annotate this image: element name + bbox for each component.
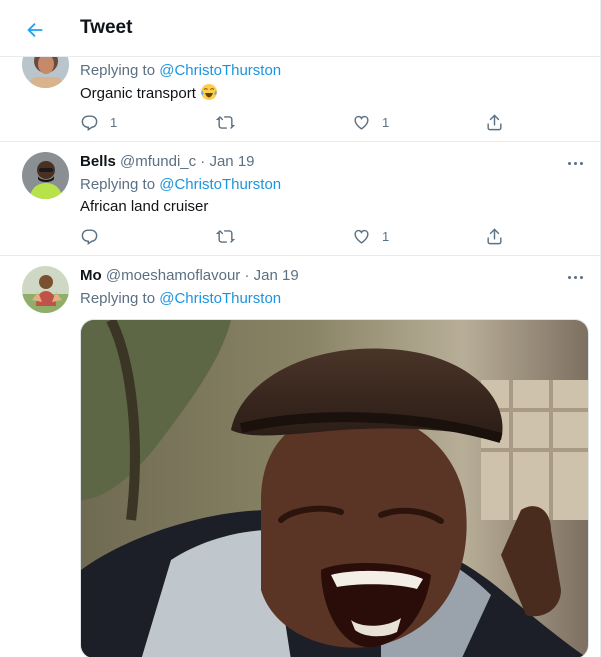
avatar[interactable]: [22, 152, 69, 199]
tweet-actions: 1: [80, 225, 510, 247]
reply-button[interactable]: [80, 225, 110, 247]
author-line: Bells @mfundi_c · Jan 19: [80, 152, 584, 172]
like-button[interactable]: 1: [352, 225, 389, 247]
share-icon: [487, 227, 502, 244]
tweet-text-line: Organic transport: [80, 83, 584, 104]
replying-line: Replying to @ChristoThurston: [80, 289, 584, 309]
share-button[interactable]: [485, 225, 504, 247]
avatar[interactable]: [22, 266, 69, 313]
tweet-thread-panel: Tweet Replying to @ChristoThurston Organ…: [0, 0, 601, 657]
reply-button[interactable]: 1: [80, 111, 117, 133]
author-name[interactable]: Bells: [80, 153, 116, 170]
tweet-content: Replying to @ChristoThurston Organic tra…: [80, 61, 584, 104]
like-count: 1: [382, 114, 390, 130]
retweet-icon: [216, 115, 235, 129]
retweet-button[interactable]: [216, 111, 246, 133]
replying-to-link[interactable]: @ChristoThurston: [159, 290, 281, 307]
author-line: Mo @moeshamoflavour · Jan 19: [80, 266, 584, 286]
author-handle[interactable]: @moeshamoflavour: [106, 267, 240, 284]
separator-dot: ·: [244, 267, 250, 284]
reply-icon: [81, 114, 98, 131]
tweet-media-gif[interactable]: [80, 319, 589, 657]
retweet-icon: [216, 229, 235, 243]
author-handle[interactable]: @mfundi_c: [120, 153, 196, 170]
replying-line: Replying to @ChristoThurston: [80, 61, 584, 81]
replying-line: Replying to @ChristoThurston: [80, 175, 584, 195]
share-icon: [487, 113, 502, 130]
separator-dot: ·: [200, 153, 206, 170]
tweet-actions: 1 1: [80, 111, 510, 133]
tweet-content: Bells @mfundi_c · Jan 19 Replying to @Ch…: [80, 152, 584, 217]
tweet-item[interactable]: Replying to @ChristoThurston Organic tra…: [0, 41, 600, 142]
retweet-button[interactable]: [216, 225, 246, 247]
reply-icon: [81, 228, 98, 245]
share-button[interactable]: [485, 111, 504, 133]
replying-label: Replying to: [80, 176, 156, 193]
reply-count: 1: [110, 114, 118, 130]
laughing-man-gif-image: [81, 320, 588, 657]
page-header: Tweet: [0, 0, 600, 57]
tweet-text: African land cruiser: [80, 198, 209, 215]
replying-to-link[interactable]: @ChristoThurston: [159, 176, 281, 193]
face-with-tears-of-joy-icon: [200, 84, 217, 100]
replying-label: Replying to: [80, 290, 156, 307]
replying-to-link[interactable]: @ChristoThurston: [159, 62, 281, 79]
tweet-text: Organic transport: [80, 85, 196, 102]
tweet-date[interactable]: Jan 19: [209, 153, 254, 170]
back-button[interactable]: [18, 13, 52, 47]
back-arrow-icon: [27, 22, 43, 38]
replying-label: Replying to: [80, 62, 156, 79]
like-icon: [354, 229, 369, 244]
like-button[interactable]: 1: [352, 111, 389, 133]
tweet-content: Mo @moeshamoflavour · Jan 19 Replying to…: [80, 266, 584, 309]
page-title: Tweet: [80, 17, 133, 38]
tweet-date[interactable]: Jan 19: [254, 267, 299, 284]
author-name[interactable]: Mo: [80, 267, 102, 284]
tweet-item[interactable]: Bells @mfundi_c · Jan 19 Replying to @Ch…: [0, 142, 600, 256]
like-icon: [354, 115, 369, 130]
like-count: 1: [382, 228, 390, 244]
